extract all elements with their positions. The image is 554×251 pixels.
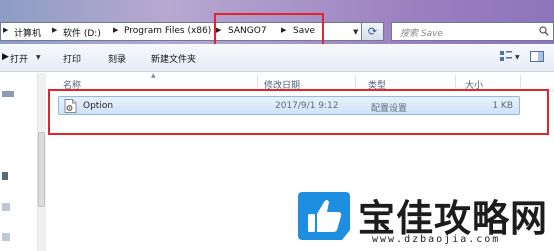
view-options-button[interactable] [500,51,512,65]
new-folder-button[interactable]: 新建文件夹 [151,52,196,65]
nav-item-icon[interactable] [2,172,8,180]
nav-item-icon[interactable] [2,91,14,97]
refresh-icon: ⟳ [367,25,378,38]
breadcrumb-item-program-files[interactable]: Program Files (x86) [124,26,211,36]
breadcrumb-arrow-icon[interactable]: ▶ [3,26,8,34]
column-divider[interactable] [455,75,456,89]
column-divider[interactable] [355,75,356,89]
preview-pane-button[interactable] [530,51,544,65]
search-input[interactable]: 搜索 Save [391,22,554,41]
view-dropdown-icon[interactable]: ▼ [515,54,520,61]
open-dropdown-icon[interactable]: ▼ [36,54,41,61]
command-toolbar: ▶ 打开 ▼ 打印 刻录 新建文件夹 ▼ [0,44,554,72]
file-highlight-box [48,89,549,135]
open-button[interactable]: 打开 [10,52,28,65]
organize-arrow-icon[interactable]: ▶ [2,52,9,62]
preview-pane-icon [530,51,544,62]
breadcrumb-arrow-icon[interactable]: ▶ [113,26,118,34]
watermark-url: www.dzbaojia.com [372,234,501,245]
breadcrumb-arrow-icon[interactable]: ▶ [52,26,57,34]
breadcrumb-item-computer[interactable]: 计算机 [14,26,41,39]
address-dropdown-icon[interactable]: ▼ [353,28,358,36]
refresh-button[interactable]: ⟳ [362,22,384,41]
view-icon [500,51,512,61]
search-placeholder: 搜索 Save [400,29,443,39]
print-button[interactable]: 打印 [63,52,81,65]
nav-scrollbar-thumb[interactable] [38,132,45,207]
column-divider[interactable] [520,75,521,89]
breadcrumb-item-drive[interactable]: 软件 (D:) [63,26,101,39]
column-divider[interactable] [257,75,258,89]
burn-button[interactable]: 刻录 [108,52,126,65]
nav-item-icon[interactable] [2,233,10,241]
search-icon[interactable] [539,26,549,36]
nav-item-icon[interactable] [2,203,10,211]
watermark-thumbs-up-logo [298,192,350,240]
sort-ascending-icon: ▲ [151,72,156,79]
